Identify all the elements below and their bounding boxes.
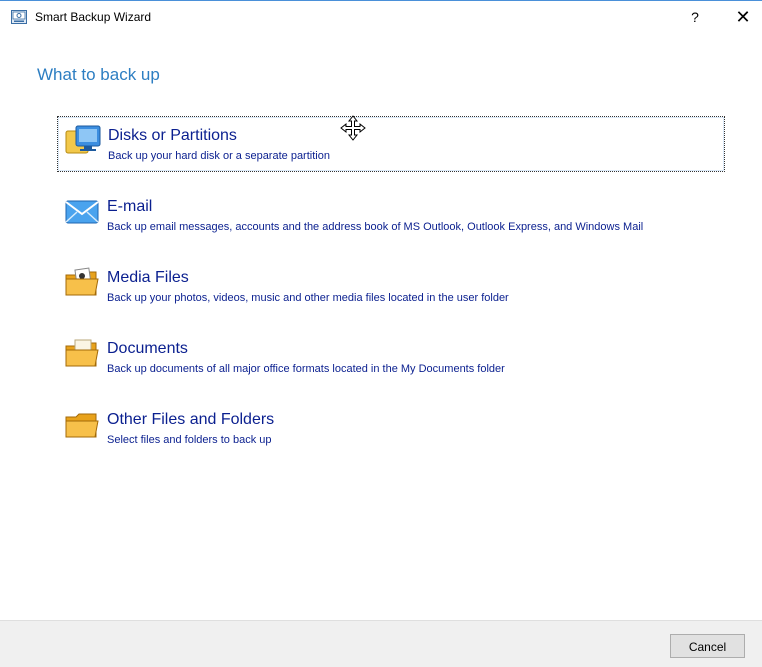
media-folder-icon: [63, 265, 101, 299]
footer-bar: [0, 620, 762, 667]
close-button[interactable]: ✕: [726, 4, 760, 30]
app-icon: [11, 10, 27, 24]
option-description: Back up your hard disk or a separate par…: [108, 150, 330, 162]
option-description: Back up your photos, videos, music and o…: [107, 292, 509, 304]
option-title: Documents: [107, 340, 188, 357]
option-title: Media Files: [107, 269, 189, 286]
option-disks-or-partitions[interactable]: Disks or Partitions Back up your hard di…: [57, 116, 725, 172]
email-icon: [63, 194, 101, 228]
option-description: Select files and folders to back up: [107, 434, 272, 446]
cancel-button[interactable]: Cancel: [670, 634, 745, 658]
option-description: Back up documents of all major office fo…: [107, 363, 505, 375]
option-media-files[interactable]: Media Files Back up your photos, videos,…: [57, 259, 723, 313]
option-documents[interactable]: Documents Back up documents of all major…: [57, 330, 723, 384]
option-title: Disks or Partitions: [108, 127, 237, 144]
close-icon: ✕: [735, 7, 751, 27]
option-title: Other Files and Folders: [107, 411, 275, 428]
page-heading: What to back up: [37, 65, 160, 84]
disk-icon: [64, 123, 102, 157]
option-email[interactable]: E-mail Back up email messages, accounts …: [57, 188, 723, 242]
documents-folder-icon: [63, 336, 101, 370]
window-title: Smart Backup Wizard: [35, 10, 152, 24]
option-description: Back up email messages, accounts and the…: [107, 221, 644, 233]
option-title: E-mail: [107, 198, 153, 215]
title-bar[interactable]: Smart Backup Wizard ? ✕: [0, 1, 762, 31]
help-button[interactable]: ?: [680, 4, 710, 30]
option-other-files-and-folders[interactable]: Other Files and Folders Select files and…: [57, 401, 723, 455]
folder-icon: [63, 407, 101, 441]
move-cursor-icon: [340, 115, 366, 141]
